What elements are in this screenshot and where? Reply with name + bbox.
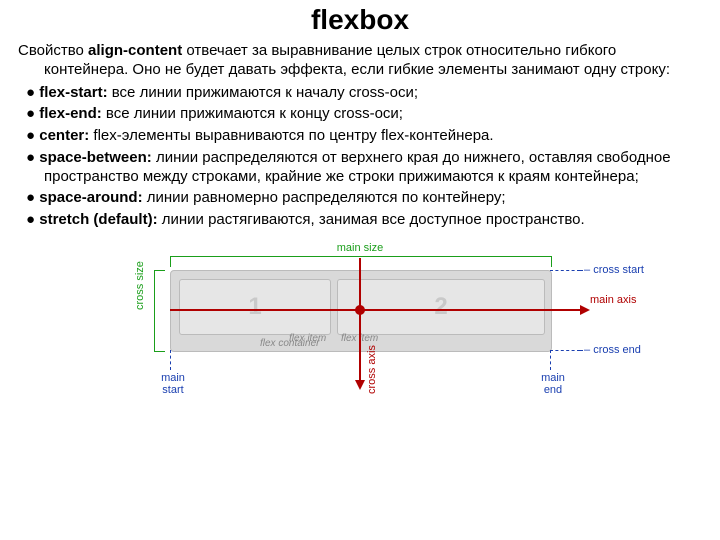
main-size-bracket: [170, 256, 552, 267]
desc: линии равномерно распределяются по конте…: [143, 189, 506, 206]
cross-start-label: – cross start: [584, 264, 644, 276]
cross-size-label: cross size: [134, 261, 146, 310]
cross-start-line: [550, 270, 580, 271]
property-list: flex-start: все линии прижимаются к нача…: [18, 84, 702, 230]
flex-container-label: flex container: [260, 338, 319, 349]
main-start-label: main start: [158, 372, 188, 396]
cross-axis-label: cross axis: [366, 345, 378, 394]
term: stretch (default):: [39, 211, 157, 228]
cross-end-label: – cross end: [584, 344, 641, 356]
flex-item-2: 2: [337, 279, 545, 335]
axis-origin-dot: [355, 305, 365, 315]
desc: все линии прижимаются к концу cross-оси;: [102, 105, 403, 122]
slide-title: flexbox: [18, 4, 702, 36]
list-item: center: flex-элементы выравниваются по ц…: [18, 127, 702, 146]
diagram-wrap: main size cross size 1 2 flex item flex …: [18, 242, 702, 412]
list-item: space-around: линии равномерно распредел…: [18, 189, 702, 208]
desc: линии растягиваются, занимая все доступн…: [158, 211, 585, 228]
term: space-between:: [39, 149, 152, 166]
list-item: flex-end: все линии прижимаются к концу …: [18, 105, 702, 124]
main-start-line: [170, 350, 171, 370]
main-end-line: [550, 350, 551, 370]
desc: flex-элементы выравниваются по центру fl…: [89, 127, 493, 144]
desc: все линии прижимаются к началу cross-оси…: [108, 84, 418, 101]
cross-end-line: [550, 350, 580, 351]
flex-item-1: 1: [179, 279, 331, 335]
main-size-label: main size: [90, 242, 630, 254]
term: space-around:: [39, 189, 142, 206]
main-end-label: main end: [538, 372, 568, 396]
term: flex-start:: [39, 84, 107, 101]
intro-paragraph: Свойство align-content отвечает за вырав…: [18, 42, 702, 80]
lead-icon: [577, 270, 583, 271]
term: flex-end:: [39, 105, 102, 122]
main-axis-label: main axis: [590, 294, 636, 306]
slide: flexbox Свойство align-content отвечает …: [0, 0, 720, 412]
term: center:: [39, 127, 89, 144]
flexbox-diagram: main size cross size 1 2 flex item flex …: [90, 242, 630, 412]
intro-prefix: Свойство: [18, 42, 88, 59]
list-item: space-between: линии распределяются от в…: [18, 149, 702, 187]
list-item: stretch (default): линии растягиваются, …: [18, 211, 702, 230]
main-axis-arrow: [170, 309, 588, 311]
cross-axis-arrow: [359, 258, 361, 388]
cross-size-bracket: [154, 270, 165, 352]
list-item: flex-start: все линии прижимаются к нача…: [18, 84, 702, 103]
intro-term: align-content: [88, 42, 182, 59]
lead-icon: [577, 350, 583, 351]
